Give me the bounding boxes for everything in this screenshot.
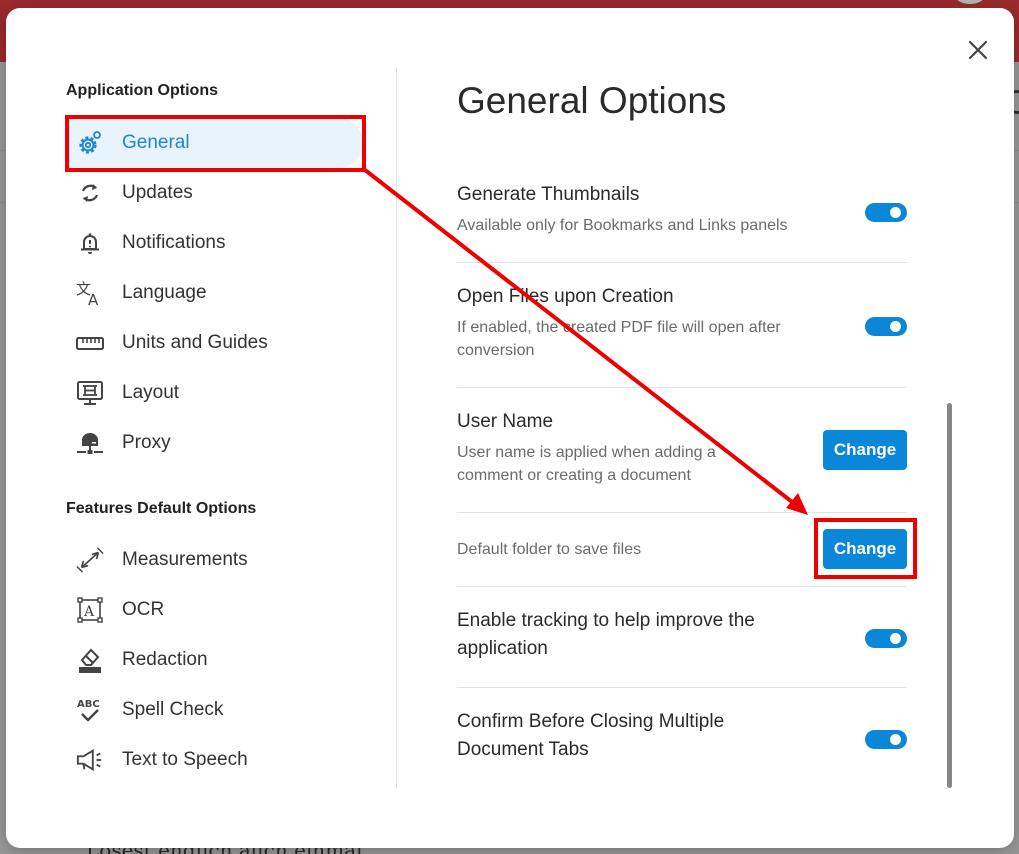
option-description: User name is applied when adding a comme…	[457, 444, 716, 484]
sidebar-item-proxy[interactable]: Proxy	[66, 418, 363, 468]
sidebar-item-language[interactable]: 文 A Language	[66, 268, 363, 318]
sidebar-item-spell-check[interactable]: ABC Spell Check	[66, 685, 363, 735]
option-title: Open Files upon Creation	[457, 286, 674, 307]
sidebar-item-label: Spell Check	[122, 699, 224, 720]
option-description: Default folder to save files	[457, 541, 642, 558]
general-options-panel: General Options Generate Thumbnails Avai…	[457, 8, 917, 848]
section-title-application-options: Application Options	[66, 82, 218, 99]
sidebar-item-label: Redaction	[122, 649, 208, 670]
close-button[interactable]	[964, 36, 992, 64]
sidebar-item-label: Layout	[122, 382, 180, 403]
toggle-knob	[890, 207, 901, 218]
annotation-highlight-general	[65, 115, 366, 172]
sidebar-item-units-and-guides[interactable]: Units and Guides	[66, 318, 363, 368]
sidebar-item-label: Units and Guides	[122, 332, 268, 353]
annotation-highlight-change-button	[814, 518, 917, 579]
sidebar-item-text-to-speech[interactable]: Text to Speech	[66, 735, 363, 785]
scrollbar[interactable]	[947, 403, 952, 788]
sidebar-item-label: Text to Speech	[122, 749, 248, 770]
section-title-features-default-options: Features Default Options	[66, 500, 257, 517]
megaphone-icon	[76, 746, 104, 774]
sidebar-item-label: OCR	[122, 599, 165, 620]
sidebar-item-label: Language	[122, 282, 207, 303]
sidebar-item-redaction[interactable]: Redaction	[66, 635, 363, 685]
svg-text:A: A	[88, 291, 99, 306]
open-files-toggle[interactable]	[865, 317, 907, 336]
enable-tracking-toggle[interactable]	[865, 629, 907, 648]
option-open-files-upon-creation: Open Files upon Creation If enabled, the…	[457, 263, 907, 388]
svg-text:ABC: ABC	[77, 699, 100, 710]
measure-icon	[76, 546, 104, 574]
spellcheck-icon: ABC	[76, 696, 104, 724]
option-description: Available only for Bookmarks and Links p…	[457, 217, 788, 234]
ocr-icon: A	[76, 596, 104, 624]
translate-icon: 文 A	[76, 279, 104, 307]
proxy-server-icon	[76, 429, 104, 457]
sidebar-divider	[396, 68, 397, 788]
ruler-icon	[76, 329, 104, 357]
option-generate-thumbnails: Generate Thumbnails Available only for B…	[457, 173, 907, 263]
sidebar-item-label: Measurements	[122, 549, 248, 570]
page-title: General Options	[457, 80, 727, 121]
option-title: Confirm Before Closing Multiple Document…	[457, 711, 725, 760]
sync-icon	[76, 179, 104, 207]
option-user-name: User Name User name is applied when addi…	[457, 388, 907, 513]
generate-thumbnails-toggle[interactable]	[865, 203, 907, 222]
layout-monitor-icon	[76, 379, 104, 407]
sidebar-item-ocr[interactable]: A OCR	[66, 585, 363, 635]
change-user-name-button[interactable]: Change	[823, 430, 907, 470]
close-icon	[968, 40, 988, 60]
svg-text:A: A	[83, 604, 95, 620]
option-title: Enable tracking to help improve the appl…	[457, 610, 755, 659]
sidebar-item-notifications[interactable]: Notifications	[66, 218, 363, 268]
eraser-icon	[76, 646, 104, 674]
sidebar-item-label: Updates	[122, 182, 193, 203]
option-enable-tracking: Enable tracking to help improve the appl…	[457, 587, 907, 688]
toggle-knob	[890, 734, 901, 745]
option-confirm-before-closing: Confirm Before Closing Multiple Document…	[457, 688, 907, 788]
option-description: If enabled, the created PDF file will op…	[457, 319, 781, 359]
sidebar-item-updates[interactable]: Updates	[66, 168, 363, 218]
confirm-closing-toggle[interactable]	[865, 730, 907, 749]
bell-alert-icon	[76, 229, 104, 257]
sidebar-item-label: Proxy	[122, 432, 171, 453]
sidebar-item-label: Notifications	[122, 232, 226, 253]
toggle-knob	[890, 633, 901, 644]
sidebar-item-measurements[interactable]: Measurements	[66, 535, 363, 585]
toggle-knob	[890, 321, 901, 332]
option-title: User Name	[457, 411, 554, 432]
option-title: Generate Thumbnails	[457, 184, 640, 205]
sidebar-item-layout[interactable]: Layout	[66, 368, 363, 418]
